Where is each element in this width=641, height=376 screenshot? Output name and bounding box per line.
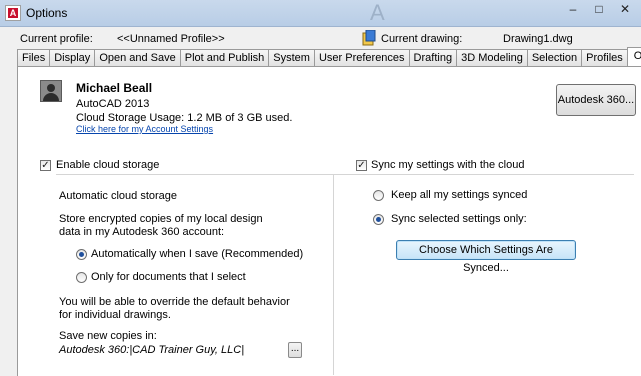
close-button[interactable]: ✕ — [612, 0, 638, 20]
maximize-button[interactable]: □ — [586, 0, 612, 20]
cloud-storage-usage: Cloud Storage Usage: 1.2 MB of 3 GB used… — [76, 112, 293, 124]
user-avatar — [40, 80, 62, 102]
current-drawing-value: Drawing1.dwg — [503, 33, 573, 45]
vertical-divider — [333, 174, 334, 375]
keep-all-synced-radio[interactable] — [373, 190, 384, 201]
automatic-cloud-storage-heading: Automatic cloud storage — [59, 190, 178, 202]
tab-display[interactable]: Display — [49, 49, 95, 67]
tab-files[interactable]: Files — [17, 49, 50, 67]
enable-cloud-storage-checkbox[interactable]: ✓ — [40, 160, 51, 171]
current-drawing-label: Current drawing: — [381, 33, 463, 45]
auto-save-radio[interactable] — [76, 249, 87, 260]
autodesk-360-button[interactable]: Autodesk 360... — [556, 84, 636, 116]
save-new-copies-label: Save new copies in: — [59, 330, 157, 342]
tab-3d-modeling[interactable]: 3D Modeling — [456, 49, 527, 67]
enable-cloud-storage-label[interactable]: Enable cloud storage — [56, 159, 159, 171]
tab-open-and-save[interactable]: Open and Save — [94, 49, 180, 67]
tab-user-preferences[interactable]: User Preferences — [313, 49, 409, 67]
override-behavior-text: You will be able to override the default… — [59, 296, 290, 321]
keep-all-synced-radio-label[interactable]: Keep all my settings synced — [391, 189, 527, 201]
tab-profiles[interactable]: Profiles — [581, 49, 628, 67]
tab-drafting[interactable]: Drafting — [408, 49, 457, 67]
user-name: Michael Beall — [76, 81, 153, 95]
drawing-icon — [362, 30, 376, 46]
title-ghost-logo: A — [370, 0, 385, 25]
left-group-divider — [56, 174, 333, 175]
tab-system[interactable]: System — [268, 49, 314, 67]
save-location-path: Autodesk 360:|CAD Trainer Guy, LLC| — [59, 344, 245, 356]
selected-documents-radio-label[interactable]: Only for documents that I select — [91, 271, 246, 283]
product-name: AutoCAD 2013 — [76, 98, 150, 110]
sync-settings-checkbox[interactable]: ✓ — [356, 160, 367, 171]
right-group-divider — [334, 174, 634, 175]
current-profile-label: Current profile: — [20, 33, 93, 45]
sync-selected-radio[interactable] — [373, 214, 384, 225]
browse-location-button[interactable]: ... — [288, 342, 302, 358]
autocad-app-icon: A — [5, 5, 21, 21]
tab-selection[interactable]: Selection — [526, 49, 582, 67]
selected-documents-radio[interactable] — [76, 272, 87, 283]
store-encrypted-text: Store encrypted copies of my local desig… — [59, 213, 263, 238]
sync-selected-radio-label[interactable]: Sync selected settings only: — [391, 213, 527, 225]
current-profile-value: <<Unnamed Profile>> — [117, 33, 225, 45]
sync-settings-label[interactable]: Sync my settings with the cloud — [371, 159, 524, 171]
auto-save-radio-label[interactable]: Automatically when I save (Recommended) — [91, 248, 303, 260]
minimize-button[interactable]: – — [560, 0, 586, 20]
account-settings-link[interactable]: Click here for my Account Settings — [76, 124, 213, 134]
choose-synced-settings-button[interactable]: Choose Which Settings Are Synced... — [396, 240, 576, 274]
title-bar: A Options A – □ ✕ — [0, 0, 641, 27]
window-title: Options — [26, 6, 68, 20]
options-tabs: Files Display Open and Save Plot and Publis… — [17, 47, 641, 67]
tab-plot-and-publish[interactable]: Plot and Publish — [179, 49, 269, 67]
tab-online[interactable]: Online — [626, 47, 641, 66]
